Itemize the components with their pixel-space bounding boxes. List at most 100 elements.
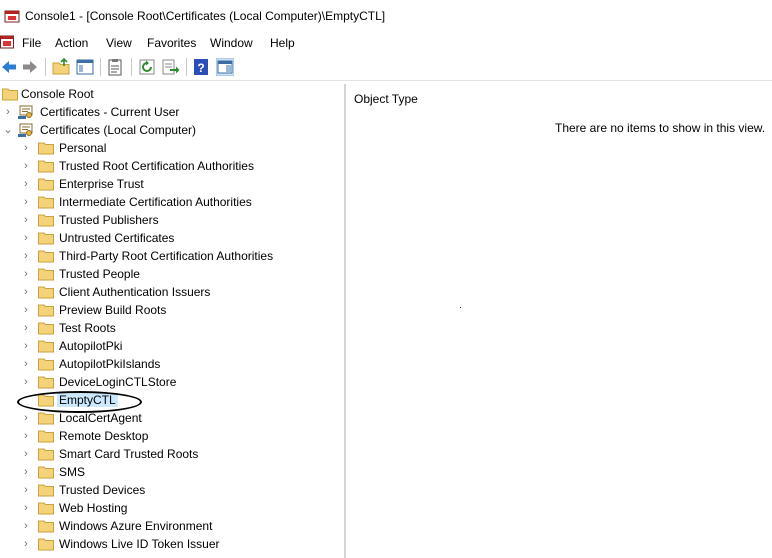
show-hide-action-pane-icon[interactable] <box>216 58 234 76</box>
chevron-right-icon[interactable]: › <box>21 484 31 496</box>
help-icon[interactable]: ? <box>192 58 210 76</box>
tree-item-store[interactable]: › Enterprise Trust <box>0 175 343 193</box>
chevron-right-icon[interactable]: › <box>21 214 31 226</box>
pane-splitter[interactable] <box>344 84 346 558</box>
tree-item-store[interactable]: › Test Roots <box>0 319 343 337</box>
chevron-right-icon[interactable]: › <box>21 268 31 280</box>
tree-item-label: LocalCertAgent <box>59 411 142 425</box>
tree-item-store[interactable]: › AutopilotPkiIslands <box>0 355 343 373</box>
menu-action[interactable]: Action <box>53 36 90 50</box>
tree-item-store[interactable]: › DeviceLoginCTLStore <box>0 373 343 391</box>
chevron-right-icon[interactable]: › <box>21 250 31 262</box>
system-menu-icon[interactable] <box>0 35 14 49</box>
folder-icon <box>38 214 54 227</box>
menu-file[interactable]: File <box>20 36 43 50</box>
tree-item-store[interactable]: › Windows Azure Environment <box>0 517 343 535</box>
back-arrow-icon[interactable] <box>0 58 18 76</box>
tree-item-store[interactable]: › Trusted People <box>0 265 343 283</box>
folder-icon <box>38 538 54 551</box>
show-hide-tree-icon[interactable] <box>76 58 94 76</box>
tree-item-label: Test Roots <box>59 321 116 335</box>
tree-item-certificates-local-computer[interactable]: ⌄ Certificates (Local Computer) <box>0 121 343 139</box>
tree-item-store[interactable]: › Intermediate Certification Authorities <box>0 193 343 211</box>
folder-icon <box>2 88 18 101</box>
up-folder-icon[interactable] <box>52 58 70 76</box>
tree-item-store[interactable]: › SMS <box>0 463 343 481</box>
forward-arrow-icon[interactable] <box>21 58 39 76</box>
chevron-right-icon[interactable]: › <box>21 340 31 352</box>
mmc-app-icon[interactable] <box>4 9 20 23</box>
tree-item-label: Third-Party Root Certification Authoriti… <box>59 249 274 263</box>
folder-icon <box>38 268 54 281</box>
tree-item-label: Personal <box>59 141 107 155</box>
chevron-right-icon[interactable]: › <box>21 466 31 478</box>
properties-icon[interactable] <box>106 58 124 76</box>
column-header-object-type[interactable]: Object Type <box>354 92 418 106</box>
tree-item-store[interactable]: › Windows Live ID Token Issuer <box>0 535 343 553</box>
menu-help[interactable]: Help <box>268 36 297 50</box>
tree-item-store[interactable]: › AutopilotPki <box>0 337 343 355</box>
chevron-down-icon[interactable]: ⌄ <box>3 124 13 136</box>
certificates-snapin-icon <box>18 123 33 137</box>
chevron-right-icon[interactable]: › <box>21 142 31 154</box>
menu-view[interactable]: View <box>104 36 134 50</box>
chevron-right-icon[interactable]: › <box>3 106 13 118</box>
chevron-right-icon[interactable]: › <box>21 286 31 298</box>
console-tree[interactable]: Console Root › Certificates - Current Us… <box>0 84 343 558</box>
chevron-right-icon[interactable]: › <box>21 358 31 370</box>
chevron-right-icon[interactable]: › <box>21 448 31 460</box>
folder-icon <box>38 160 54 173</box>
toolbar-separator <box>186 58 187 76</box>
folder-icon <box>38 520 54 533</box>
refresh-icon[interactable] <box>138 58 156 76</box>
tree-item-store[interactable]: › Web Hosting <box>0 499 343 517</box>
menu-favorites[interactable]: Favorites <box>145 36 198 50</box>
tree-item-label: AutopilotPki <box>59 339 123 353</box>
tree-item-label: Web Hosting <box>59 501 128 515</box>
chevron-right-icon[interactable]: › <box>21 196 31 208</box>
tree-item-console-root[interactable]: Console Root <box>0 85 343 103</box>
tree-item-store[interactable]: › Trusted Publishers <box>0 211 343 229</box>
tree-item-label: Certificates - Current User <box>40 105 180 119</box>
folder-icon <box>38 322 54 335</box>
tree-item-store[interactable]: › Personal <box>0 139 343 157</box>
tree-item-label: Intermediate Certification Authorities <box>59 195 252 209</box>
tree-item-label: Smart Card Trusted Roots <box>59 447 199 461</box>
empty-view-message: There are no items to show in this view. <box>555 121 766 135</box>
tree-item-label: Trusted Root Certification Authorities <box>59 159 254 173</box>
tree-item-store[interactable]: › Client Authentication Issuers <box>0 283 343 301</box>
tree-item-store[interactable]: › Untrusted Certificates <box>0 229 343 247</box>
folder-icon <box>38 250 54 263</box>
tree-item-label: Windows Live ID Token Issuer <box>59 537 220 551</box>
tree-item-store[interactable]: › Remote Desktop <box>0 427 343 445</box>
folder-icon <box>38 358 54 371</box>
chevron-right-icon[interactable]: › <box>21 412 31 424</box>
tree-item-store[interactable]: › Third-Party Root Certification Authori… <box>0 247 343 265</box>
chevron-right-icon[interactable]: › <box>21 322 31 334</box>
tree-item-label: Console Root <box>21 87 94 101</box>
chevron-right-icon[interactable]: › <box>21 178 31 190</box>
chevron-right-icon[interactable]: › <box>21 376 31 388</box>
menu-window[interactable]: Window <box>208 36 255 50</box>
export-list-icon[interactable] <box>162 58 180 76</box>
chevron-right-icon[interactable]: › <box>21 430 31 442</box>
chevron-right-icon[interactable]: › <box>21 160 31 172</box>
tree-item-store[interactable]: › Smart Card Trusted Roots <box>0 445 343 463</box>
tree-item-label: Trusted Devices <box>59 483 146 497</box>
result-pane[interactable]: Object Type There are no items to show i… <box>347 84 772 558</box>
tree-item-store[interactable]: › Preview Build Roots <box>0 301 343 319</box>
folder-icon <box>38 340 54 353</box>
tree-item-certificates-current-user[interactable]: › Certificates - Current User <box>0 103 343 121</box>
folder-icon <box>38 142 54 155</box>
chevron-right-icon[interactable]: › <box>21 304 31 316</box>
chevron-right-icon[interactable]: › <box>21 502 31 514</box>
tree-item-store[interactable]: › Trusted Devices <box>0 481 343 499</box>
folder-icon <box>38 412 54 425</box>
highlight-ellipse-annotation <box>17 391 142 413</box>
folder-icon <box>38 430 54 443</box>
tree-item-store[interactable]: › Trusted Root Certification Authorities <box>0 157 343 175</box>
chevron-right-icon[interactable]: › <box>21 538 31 550</box>
chevron-right-icon[interactable]: › <box>21 232 31 244</box>
chevron-right-icon[interactable]: › <box>21 520 31 532</box>
tree-item-label: Enterprise Trust <box>59 177 144 191</box>
